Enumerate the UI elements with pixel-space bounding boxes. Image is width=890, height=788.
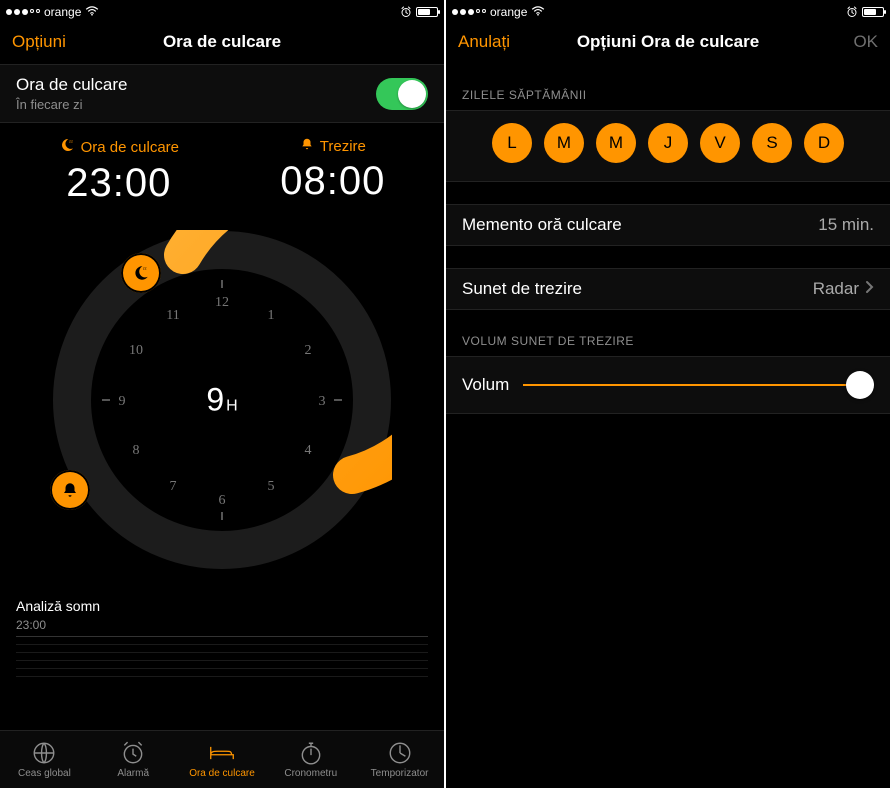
days-section-header: ZILELE SĂPTĂMÂNII	[446, 64, 890, 110]
screen-bedtime-options: orange Anulați Opțiuni Ora de culcare OK…	[446, 0, 890, 788]
svg-text:zz: zz	[69, 138, 73, 143]
svg-text:9: 9	[119, 394, 126, 409]
bedtime-dial[interactable]: 12 1 2 3 4 5 6 7 8 9 10 11 9H	[0, 210, 444, 590]
nav-title: Opțiuni Ora de culcare	[568, 32, 768, 52]
svg-text:3: 3	[319, 394, 326, 409]
reminder-label: Memento oră culcare	[462, 215, 622, 235]
nav-bar: Anulați Opțiuni Ora de culcare OK	[446, 20, 890, 64]
battery-icon	[416, 7, 438, 17]
wake-column: Trezire 08:00	[280, 137, 385, 206]
tab-timer[interactable]: Temporizator	[355, 740, 444, 779]
day-toggle[interactable]: J	[648, 123, 688, 163]
screen-bedtime: orange Opțiuni Ora de culcare	[0, 0, 444, 788]
wake-sound-label: Sunet de trezire	[462, 279, 582, 299]
nav-cancel-button[interactable]: Anulați	[458, 32, 568, 52]
wifi-icon	[531, 5, 545, 19]
nav-bar: Opțiuni Ora de culcare	[0, 20, 444, 64]
bed-icon	[209, 740, 235, 766]
volume-row: Volum	[446, 356, 890, 414]
bedtime-value: 23:00	[59, 161, 179, 206]
nav-options-button[interactable]: Opțiuni	[12, 32, 122, 52]
day-toggle[interactable]: M	[544, 123, 584, 163]
battery-icon	[862, 7, 884, 17]
timer-icon	[387, 740, 413, 766]
tab-stopwatch[interactable]: Cronometru	[266, 740, 355, 779]
alarm-status-icon	[400, 6, 412, 18]
nav-done-button[interactable]: OK	[768, 32, 878, 52]
tab-world-clock[interactable]: Ceas global	[0, 740, 89, 779]
sleep-analysis-axis: 23:00	[16, 618, 428, 632]
wake-label: Trezire	[320, 138, 366, 155]
sleep-analysis-graph	[16, 636, 428, 678]
day-toggle[interactable]: V	[700, 123, 740, 163]
chevron-right-icon	[865, 279, 874, 299]
svg-text:5: 5	[268, 479, 275, 494]
bedtime-label: Ora de culcare	[81, 139, 179, 156]
wake-handle[interactable]	[50, 470, 90, 510]
bedtime-column: zz Ora de culcare 23:00	[59, 137, 179, 206]
carrier-label: orange	[490, 5, 527, 19]
svg-text:10: 10	[129, 343, 143, 358]
moon-sleep-icon: zz	[59, 137, 75, 157]
days-of-week: L M M J V S D	[446, 110, 890, 182]
tab-label: Cronometru	[284, 768, 337, 779]
carrier-label: orange	[44, 5, 81, 19]
svg-text:11: 11	[166, 308, 179, 323]
bedtime-toggle-subtitle: În fiecare zi	[16, 97, 128, 112]
nav-title: Ora de culcare	[122, 32, 322, 52]
globe-icon	[31, 740, 57, 766]
wifi-icon	[85, 5, 99, 19]
wake-sound-value: Radar	[813, 279, 859, 299]
svg-text:4: 4	[305, 443, 312, 458]
status-bar: orange	[0, 0, 444, 20]
tab-bedtime[interactable]: Ora de culcare	[178, 740, 267, 779]
wake-value: 08:00	[280, 159, 385, 204]
svg-text:12: 12	[215, 295, 229, 310]
alarm-icon	[120, 740, 146, 766]
tab-label: Alarmă	[117, 768, 149, 779]
tab-alarm[interactable]: Alarmă	[89, 740, 178, 779]
day-toggle[interactable]: M	[596, 123, 636, 163]
sleep-analysis: Analiză somn 23:00	[0, 590, 444, 678]
alarm-status-icon	[846, 6, 858, 18]
volume-slider[interactable]	[523, 371, 874, 399]
tab-label: Ora de culcare	[189, 768, 255, 779]
tab-bar: Ceas global Alarmă Ora de culcare Cronom…	[0, 730, 444, 788]
stopwatch-icon	[298, 740, 324, 766]
tab-label: Ceas global	[18, 768, 71, 779]
svg-text:2: 2	[305, 343, 312, 358]
day-toggle[interactable]: D	[804, 123, 844, 163]
tab-label: Temporizator	[371, 768, 429, 779]
reminder-row[interactable]: Memento oră culcare 15 min.	[446, 204, 890, 246]
svg-text:7: 7	[170, 479, 177, 494]
sleep-analysis-title: Analiză somn	[16, 598, 428, 614]
bedtime-toggle-title: Ora de culcare	[16, 75, 128, 95]
signal-dots-icon	[6, 9, 40, 15]
reminder-value: 15 min.	[818, 215, 874, 235]
day-toggle[interactable]: S	[752, 123, 792, 163]
volume-label: Volum	[462, 375, 509, 395]
volume-section-header: VOLUM SUNET DE TREZIRE	[446, 310, 890, 356]
wake-sound-row[interactable]: Sunet de trezire Radar	[446, 268, 890, 310]
signal-dots-icon	[452, 9, 486, 15]
svg-text:8: 8	[133, 443, 140, 458]
bell-icon	[300, 137, 314, 155]
day-toggle[interactable]: L	[492, 123, 532, 163]
svg-text:1: 1	[268, 308, 275, 323]
svg-text:6: 6	[219, 493, 226, 508]
bedtime-handle[interactable]: zz	[121, 253, 161, 293]
svg-text:zz: zz	[143, 266, 147, 270]
bedtime-toggle-row: Ora de culcare În fiecare zi	[0, 64, 444, 123]
bedtime-toggle[interactable]	[376, 78, 428, 110]
sleep-duration: 9H	[206, 382, 237, 419]
status-bar: orange	[446, 0, 890, 20]
